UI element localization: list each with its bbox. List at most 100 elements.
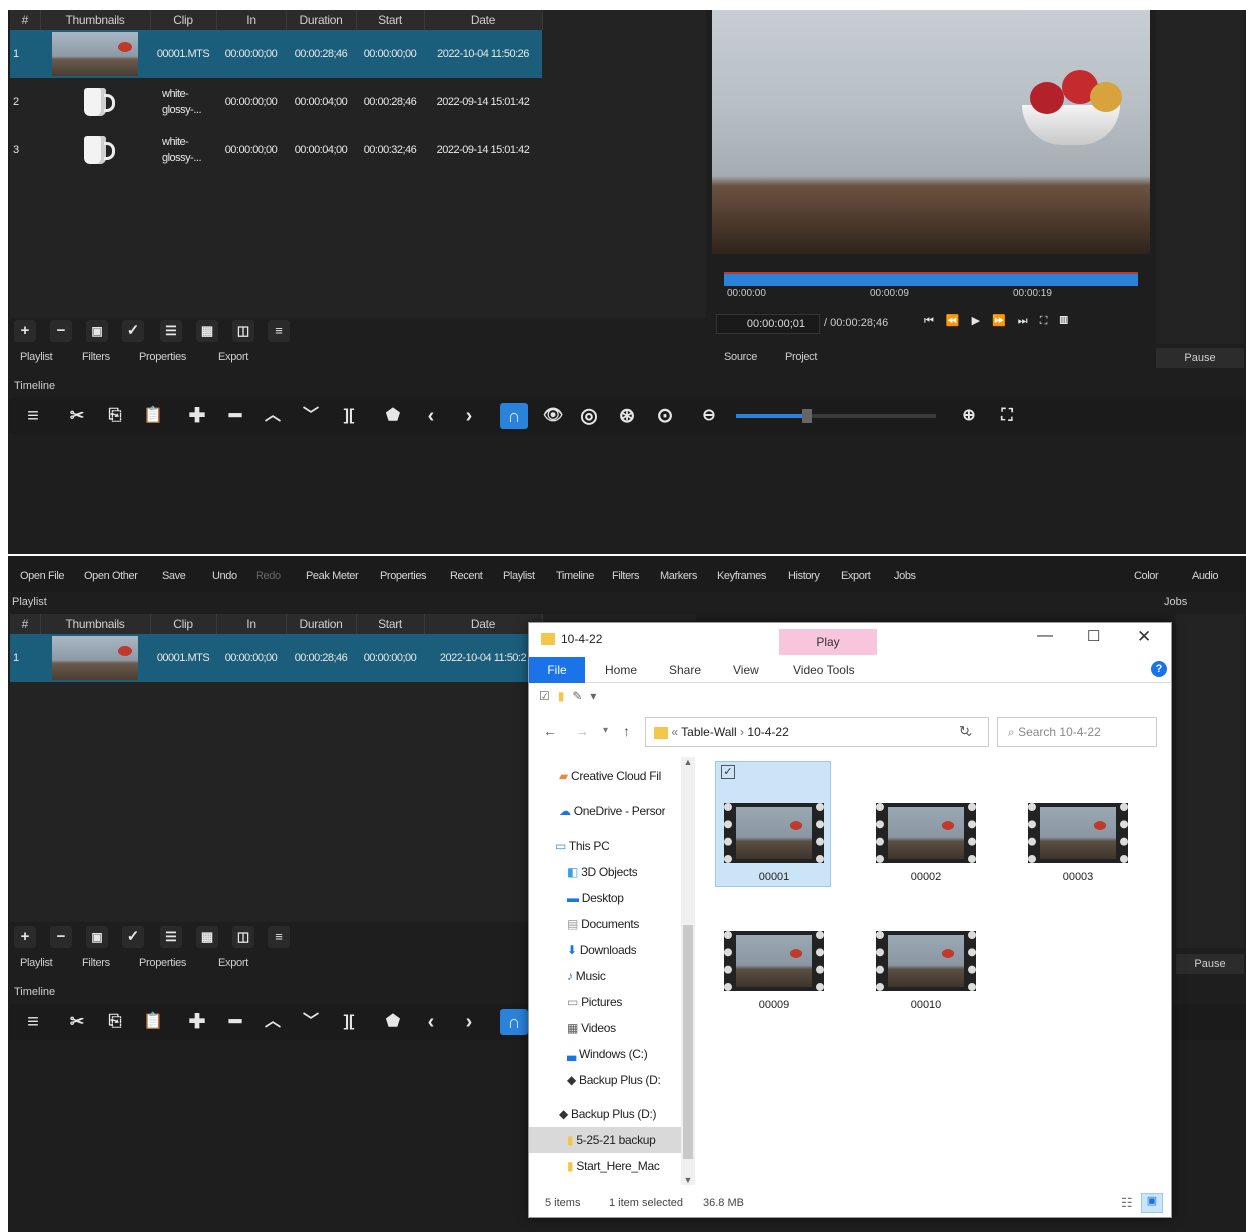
details-view-icon[interactable]: ☷: [1121, 1195, 1133, 1211]
remove-icon[interactable]: ━: [222, 401, 248, 431]
col-header[interactable]: Thumbnails: [40, 614, 151, 634]
file-item[interactable]: 00009: [717, 931, 831, 1011]
up-icon[interactable]: ↑: [623, 723, 630, 739]
tab-export[interactable]: Export: [218, 957, 248, 969]
tiles-view-button[interactable]: ▦: [196, 926, 218, 948]
checkbox-icon[interactable]: ✓: [721, 765, 735, 779]
tab-playlist[interactable]: Playlist: [20, 351, 53, 363]
col-header[interactable]: In: [216, 10, 287, 30]
audio-button[interactable]: Audio: [1192, 570, 1219, 582]
marker-icon[interactable]: ⬟: [380, 401, 406, 431]
tab-video-tools[interactable]: Video Tools: [793, 663, 855, 677]
snap-icon[interactable]: ∩: [500, 403, 528, 429]
forward-icon[interactable]: →: [575, 723, 589, 739]
split-icon[interactable]: ][: [336, 1007, 362, 1037]
close-button[interactable]: ✕: [1137, 627, 1151, 647]
open-file-button[interactable]: Open File: [20, 570, 64, 582]
col-header[interactable]: Date: [424, 614, 543, 634]
scrub-icon[interactable]: 👁: [540, 401, 566, 431]
pause-button[interactable]: Pause: [1156, 348, 1244, 368]
recent-locations-icon[interactable]: ▾: [603, 725, 608, 736]
minimize-button[interactable]: —: [1037, 627, 1053, 645]
copy-icon[interactable]: ⎘: [102, 1007, 128, 1037]
add-clip-button[interactable]: +: [14, 320, 36, 342]
update-clip-button[interactable]: ▣: [86, 926, 108, 948]
tab-file[interactable]: File: [529, 657, 585, 683]
append-icon[interactable]: ✚: [184, 1007, 210, 1037]
lift-icon[interactable]: ︿: [260, 401, 286, 431]
select-all-button[interactable]: ✓: [122, 926, 144, 948]
update-clip-button[interactable]: ▣: [86, 320, 108, 342]
color-button[interactable]: Color: [1134, 570, 1159, 582]
table-row[interactable]: 2 white-glossy-... 00:00:00;00 00:00:04;…: [10, 78, 542, 126]
cut-icon[interactable]: ✂: [64, 401, 90, 431]
nav-5-25-21-backup[interactable]: ▮ 5-25-21 backup: [529, 1127, 681, 1153]
split-icon[interactable]: ][: [336, 401, 362, 431]
file-item[interactable]: 00003: [1021, 803, 1135, 883]
filters-button[interactable]: Filters: [612, 570, 640, 582]
lift-icon[interactable]: ︿: [260, 1007, 286, 1037]
tab-properties[interactable]: Properties: [139, 351, 186, 363]
tab-view[interactable]: View: [733, 663, 759, 677]
append-icon[interactable]: ✚: [184, 401, 210, 431]
properties-button[interactable]: Properties: [380, 570, 427, 582]
tab-filters[interactable]: Filters: [82, 957, 110, 969]
overwrite-icon[interactable]: ﹀: [298, 401, 324, 431]
remove-icon[interactable]: ━: [222, 1007, 248, 1037]
large-icons-view-icon[interactable]: ▣: [1141, 1193, 1163, 1213]
tab-home[interactable]: Home: [605, 663, 637, 677]
timeline-button[interactable]: Timeline: [556, 570, 594, 582]
markers-button[interactable]: Markers: [660, 570, 697, 582]
icons-view-button[interactable]: ◫: [232, 320, 254, 342]
peak-meter-button[interactable]: Peak Meter: [306, 570, 359, 582]
nav-creative-cloud[interactable]: ▰ Creative Cloud Fil: [559, 769, 661, 783]
jobs-button[interactable]: Jobs: [894, 570, 916, 582]
copy-icon[interactable]: ⎘: [102, 401, 128, 431]
tiles-view-button[interactable]: ▦: [196, 320, 218, 342]
save-button[interactable]: Save: [162, 570, 186, 582]
tab-filters[interactable]: Filters: [82, 351, 110, 363]
tab-project[interactable]: Project: [785, 351, 817, 363]
table-row[interactable]: 1 00001.MTS 00:00:00;00 00:00:28;46 00:0…: [10, 634, 542, 682]
col-header[interactable]: Duration: [286, 614, 357, 634]
play-icon[interactable]: ▶: [972, 315, 992, 327]
rewind-icon[interactable]: ⏪: [946, 315, 972, 327]
nav-downloads[interactable]: ⬇ Downloads: [567, 943, 636, 957]
nav-documents[interactable]: ▤ Documents: [567, 917, 639, 931]
pause-button[interactable]: Pause: [1176, 954, 1244, 974]
col-header[interactable]: Start: [356, 10, 425, 30]
nav-videos[interactable]: ▦ Videos: [567, 1021, 616, 1035]
scrub-bar[interactable]: [724, 272, 1138, 286]
redo-button[interactable]: Redo: [256, 570, 281, 582]
timeline-menu-icon[interactable]: ≡: [20, 401, 46, 431]
previous-marker-icon[interactable]: ‹: [418, 1007, 444, 1037]
tab-share[interactable]: Share: [669, 663, 701, 677]
table-row[interactable]: 1 00001.MTS 00:00:00;00 00:00:28;46 00:0…: [10, 30, 542, 78]
tab-source[interactable]: Source: [724, 351, 757, 363]
grid-icon[interactable]: ▦: [1059, 315, 1080, 327]
col-header[interactable]: Date: [424, 10, 543, 30]
next-marker-icon[interactable]: ›: [456, 1007, 482, 1037]
select-all-button[interactable]: ✓: [122, 320, 144, 342]
cut-icon[interactable]: ✂: [64, 1007, 90, 1037]
col-header[interactable]: Duration: [286, 10, 357, 30]
nav-start-here-mac[interactable]: ▮ Start_Here_Mac: [567, 1159, 679, 1173]
maximize-button[interactable]: ☐: [1087, 627, 1100, 645]
breadcrumb-item[interactable]: 10-4-22: [747, 725, 788, 739]
paste-icon[interactable]: 📋: [140, 401, 166, 431]
details-view-button[interactable]: ☰: [160, 320, 182, 342]
file-item[interactable]: 00001: [717, 803, 831, 883]
col-header[interactable]: Start: [356, 614, 425, 634]
breadcrumb-item[interactable]: Table-Wall: [681, 725, 737, 739]
overwrite-icon[interactable]: ﹀: [298, 1007, 324, 1037]
nav-this-pc[interactable]: ▭ This PC: [555, 839, 609, 853]
fast-forward-icon[interactable]: ⏩: [992, 315, 1018, 327]
nav-pictures[interactable]: ▭ Pictures: [567, 995, 622, 1009]
tab-export[interactable]: Export: [218, 351, 248, 363]
col-header[interactable]: #: [10, 614, 41, 634]
refresh-icon[interactable]: ↻: [959, 723, 970, 739]
position-field[interactable]: 00:00:00;01: [716, 314, 820, 334]
address-bar[interactable]: « Table-Wall › 10-4-22 ⌄: [645, 717, 989, 747]
export-button[interactable]: Export: [841, 570, 871, 582]
nav-music[interactable]: ♪ Music: [567, 969, 606, 983]
